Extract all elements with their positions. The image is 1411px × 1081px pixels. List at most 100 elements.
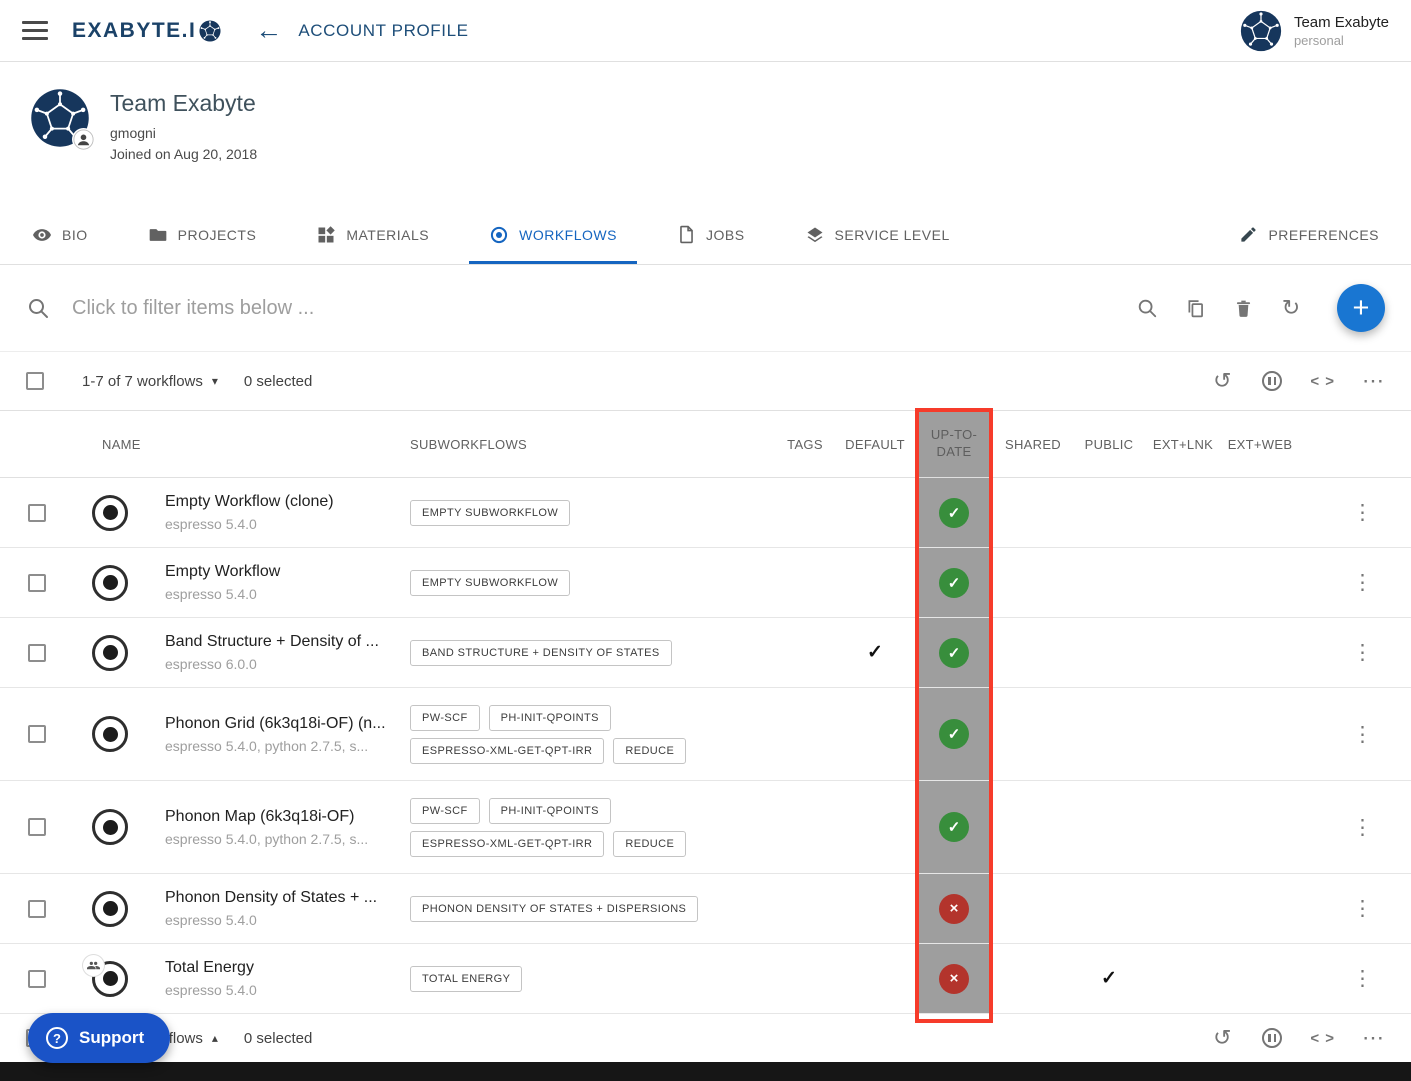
- back-arrow-icon[interactable]: ←: [255, 17, 282, 44]
- workflow-name[interactable]: Empty Workflow (clone): [165, 493, 334, 511]
- support-label: Support: [79, 1028, 144, 1048]
- tab-workflows[interactable]: WORKFLOWS: [483, 205, 623, 264]
- table-row[interactable]: Phonon Grid (6k3q18i-OF) (n... espresso …: [0, 688, 1411, 781]
- pause-icon-bottom[interactable]: [1260, 1026, 1284, 1050]
- select-all-checkbox[interactable]: [26, 372, 44, 390]
- table-row[interactable]: Band Structure + Density of ... espresso…: [0, 618, 1411, 688]
- subworkflow-chip: BAND STRUCTURE + DENSITY OF STATES: [410, 640, 672, 666]
- search-action-icon[interactable]: [1135, 296, 1159, 320]
- support-button[interactable]: ? Support: [28, 1013, 170, 1063]
- tab-materials[interactable]: MATERIALS: [310, 205, 435, 264]
- exabyte-logo[interactable]: EXABYTE.I: [72, 19, 221, 43]
- trash-icon[interactable]: [1231, 296, 1255, 320]
- table-header: NAME SUBWORKFLOWS TAGS DEFAULT UP-TO- DA…: [0, 411, 1411, 478]
- row-checkbox[interactable]: [28, 818, 46, 836]
- profile-avatar: [30, 88, 90, 148]
- shared-cell: [993, 944, 1073, 1013]
- copy-icon[interactable]: [1183, 296, 1207, 320]
- workflow-name[interactable]: Band Structure + Density of ...: [165, 633, 379, 651]
- workflows-table: NAME SUBWORKFLOWS TAGS DEFAULT UP-TO- DA…: [0, 411, 1411, 1014]
- pause-icon[interactable]: [1260, 369, 1284, 393]
- table-row[interactable]: Empty Workflow (clone) espresso 5.4.0 EM…: [0, 478, 1411, 548]
- row-menu-kebab-icon[interactable]: ⋮: [1352, 640, 1373, 665]
- more-options-icon-bottom[interactable]: ⋯: [1361, 1026, 1385, 1050]
- workflow-name[interactable]: Phonon Grid (6k3q18i-OF) (n...: [165, 715, 386, 733]
- row-checkbox[interactable]: [28, 900, 46, 918]
- tab-service-level[interactable]: SERVICE LEVEL: [799, 205, 956, 264]
- list-actions-bottom: ↺ < > ⋯: [1210, 1026, 1385, 1050]
- code-brackets-icon-bottom[interactable]: < >: [1310, 1026, 1335, 1050]
- folder-icon: [148, 225, 168, 245]
- row-checkbox[interactable]: [28, 644, 46, 662]
- profile-name: Team Exabyte: [110, 90, 257, 117]
- list-toolbar-bottom: 1-7 of 7 workflows ▴ 0 selected ↺ < > ⋯: [0, 1014, 1411, 1062]
- row-menu-kebab-icon[interactable]: ⋮: [1352, 896, 1373, 921]
- table-row[interactable]: Phonon Map (6k3q18i-OF) espresso 5.4.0, …: [0, 781, 1411, 874]
- preferences-button[interactable]: PREFERENCES: [1233, 205, 1385, 264]
- subworkflow-chip: REDUCE: [613, 738, 686, 764]
- add-workflow-fab[interactable]: +: [1337, 284, 1385, 332]
- tags-cell: [775, 618, 835, 687]
- tab-bio-label: BIO: [62, 227, 88, 243]
- list-actions-top: ↺ < > ⋯: [1210, 369, 1385, 393]
- row-checkbox[interactable]: [28, 725, 46, 743]
- up-to-date-badge: ✓: [939, 812, 969, 842]
- filter-input[interactable]: [72, 297, 1115, 320]
- col-header-up-to-date: UP-TO- DATE: [915, 411, 993, 477]
- row-checkbox[interactable]: [28, 504, 46, 522]
- ext-web-cell: [1221, 688, 1299, 780]
- tags-cell: [775, 944, 835, 1013]
- up-to-date-badge: ×: [939, 964, 969, 994]
- ext-web-cell: [1221, 618, 1299, 687]
- filter-bar: ↻ +: [0, 265, 1411, 351]
- pagination-range-control[interactable]: 1-7 of 7 workflows ▾: [82, 373, 218, 390]
- restore-icon-bottom[interactable]: ↺: [1210, 1026, 1234, 1050]
- workflow-icon: [92, 635, 128, 671]
- row-checkbox[interactable]: [28, 574, 46, 592]
- table-row[interactable]: Empty Workflow espresso 5.4.0 EMPTY SUBW…: [0, 548, 1411, 618]
- up-to-date-cell: ✓: [915, 548, 993, 617]
- account-switcher[interactable]: Team Exabyte personal: [1240, 10, 1389, 52]
- table-row[interactable]: Total Energy espresso 5.4.0 TOTAL ENERGY…: [0, 944, 1411, 1014]
- chevron-down-icon: ▾: [212, 374, 218, 388]
- workflow-icon: [92, 716, 128, 752]
- row-checkbox[interactable]: [28, 970, 46, 988]
- team-avatar: [1240, 10, 1282, 52]
- table-row[interactable]: Phonon Density of States + ... espresso …: [0, 874, 1411, 944]
- workflow-name[interactable]: Phonon Density of States + ...: [165, 889, 377, 907]
- tab-projects[interactable]: PROJECTS: [142, 205, 263, 264]
- refresh-icon[interactable]: ↻: [1279, 296, 1303, 320]
- workflow-rows: Empty Workflow (clone) espresso 5.4.0 EM…: [0, 478, 1411, 1014]
- row-menu-kebab-icon[interactable]: ⋮: [1352, 722, 1373, 747]
- row-menu-kebab-icon[interactable]: ⋮: [1352, 570, 1373, 595]
- more-options-icon[interactable]: ⋯: [1361, 369, 1385, 393]
- row-menu-kebab-icon[interactable]: ⋮: [1352, 966, 1373, 991]
- selected-count-label: 0 selected: [244, 373, 312, 390]
- workflow-name[interactable]: Phonon Map (6k3q18i-OF): [165, 808, 354, 826]
- default-check: ✓: [867, 641, 883, 664]
- tags-cell: [775, 688, 835, 780]
- code-brackets-icon[interactable]: < >: [1310, 369, 1335, 393]
- subworkflow-chip: ESPRESSO-XML-GET-QPT-IRR: [410, 738, 604, 764]
- row-menu-kebab-icon[interactable]: ⋮: [1352, 815, 1373, 840]
- col-header-public: PUBLIC: [1073, 411, 1145, 477]
- shared-cell: [993, 548, 1073, 617]
- up-to-date-badge: ✓: [939, 568, 969, 598]
- subworkflow-chips: TOTAL ENERGY: [410, 962, 531, 995]
- workflow-name[interactable]: Empty Workflow: [165, 563, 280, 581]
- row-menu-kebab-icon[interactable]: ⋮: [1352, 500, 1373, 525]
- up-to-date-badge: ✓: [939, 638, 969, 668]
- tab-jobs[interactable]: JOBS: [671, 205, 751, 264]
- workflow-name[interactable]: Total Energy: [165, 959, 254, 977]
- ext-lnk-cell: [1145, 781, 1221, 873]
- col-header-name: NAME: [70, 411, 395, 477]
- account-profile-page: EXABYTE.I ← ACCOUNT PROFILE Team Exabyte…: [0, 0, 1411, 1081]
- workflow-icon: [92, 809, 128, 845]
- restore-icon[interactable]: ↺: [1210, 369, 1234, 393]
- workflow-subtitle: espresso 6.0.0: [165, 656, 257, 672]
- tab-bio[interactable]: BIO: [26, 205, 94, 264]
- subworkflow-chip: ESPRESSO-XML-GET-QPT-IRR: [410, 831, 604, 857]
- menu-icon[interactable]: [22, 21, 48, 40]
- tab-service-level-label: SERVICE LEVEL: [835, 227, 950, 243]
- workflow-subtitle: espresso 5.4.0, python 2.7.5, s...: [165, 738, 368, 754]
